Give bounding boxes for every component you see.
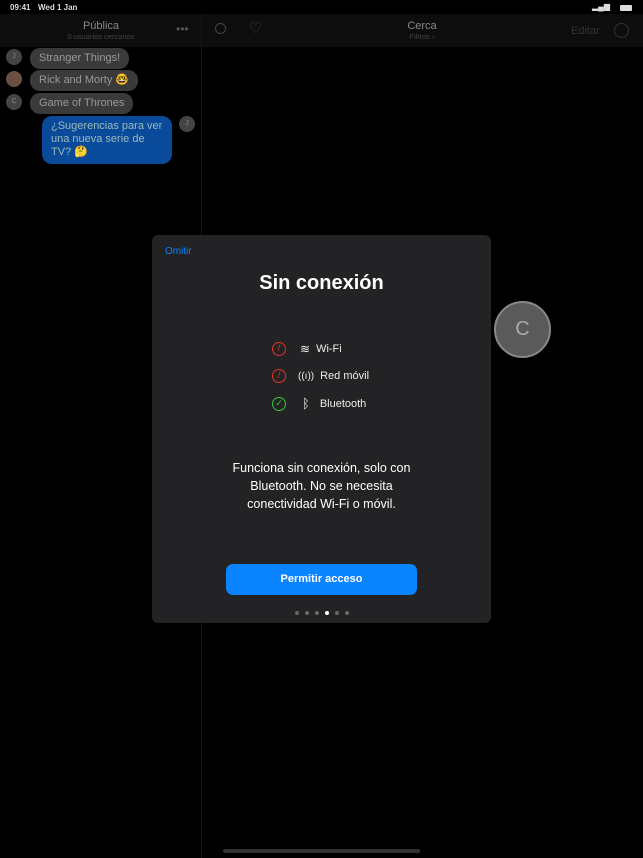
skip-button[interactable]: Omitir: [165, 246, 192, 257]
cellular-label: Red móvil: [320, 370, 370, 382]
bluetooth-icon: ᛒ: [302, 396, 310, 411]
own-message-bubble[interactable]: ¿Sugerencias para ver una nueva serie de…: [42, 116, 172, 164]
home-indicator[interactable]: [223, 849, 420, 853]
message-bubble[interactable]: Stranger Things!: [30, 48, 130, 69]
wifi-label: Wi-Fi: [316, 343, 342, 355]
message-bubble[interactable]: Game of Thrones: [30, 93, 134, 114]
avatar[interactable]: J: [179, 116, 195, 132]
battery-icon: [620, 5, 632, 11]
wifi-icon: ≋: [300, 342, 311, 356]
status-time: 09:41: [10, 3, 31, 12]
filters-link[interactable]: Filtros ›: [322, 32, 522, 41]
page-dot[interactable]: [305, 611, 309, 615]
page-dot-active[interactable]: [325, 611, 329, 615]
check-icon: ✓: [272, 396, 286, 411]
page-dot[interactable]: [345, 611, 349, 615]
page-indicator[interactable]: [292, 609, 352, 615]
status-date: Wed 1 Jan: [38, 3, 78, 12]
modal-description: Funciona sin conexión, solo con Bluetoot…: [232, 461, 411, 511]
antenna-icon: ((ı)): [298, 370, 315, 382]
avatar-photo[interactable]: [6, 71, 22, 87]
bluetooth-row: ✓ ᛒ Bluetooth: [272, 396, 366, 411]
avatar[interactable]: C: [6, 94, 22, 110]
avatar[interactable]: J: [6, 49, 22, 65]
header: Pública 0 usuarios cercanos ••• ♡ Cerca …: [0, 14, 643, 47]
status-bar: 09:41 Wed 1 Jan ▂▄▆: [0, 0, 643, 14]
blocked-icon: /: [272, 369, 286, 383]
allow-access-button[interactable]: Permitir acceso: [226, 564, 417, 595]
offline-modal: Omitir Sin conexión / ≋ Wi-Fi / ((ı)) Re…: [152, 235, 491, 623]
channel-subtitle: 0 usuarios cercanos: [67, 32, 135, 41]
wifi-row: / ≋ Wi-Fi: [272, 342, 342, 356]
modal-title: Sin conexión: [259, 272, 384, 294]
signal-icon: ▂▄▆: [592, 2, 610, 11]
page-dot[interactable]: [295, 611, 299, 615]
more-button[interactable]: •••: [176, 22, 189, 36]
nearby-title: Cerca: [407, 20, 437, 32]
compose-icon[interactable]: [614, 23, 629, 38]
nearby-user-avatar[interactable]: C: [494, 301, 551, 358]
channel-title: Pública: [82, 20, 120, 32]
page-dot[interactable]: [315, 611, 319, 615]
message-bubble[interactable]: Rick and Morty 🤓: [30, 70, 139, 91]
search-icon[interactable]: [215, 23, 226, 34]
cellular-row: / ((ı)) Red móvil: [272, 369, 369, 383]
edit-button[interactable]: Editar: [571, 25, 600, 37]
blocked-icon: /: [272, 342, 286, 356]
bluetooth-label: Bluetooth: [319, 397, 367, 410]
heart-icon[interactable]: ♡: [249, 19, 262, 37]
page-dot[interactable]: [335, 611, 339, 615]
